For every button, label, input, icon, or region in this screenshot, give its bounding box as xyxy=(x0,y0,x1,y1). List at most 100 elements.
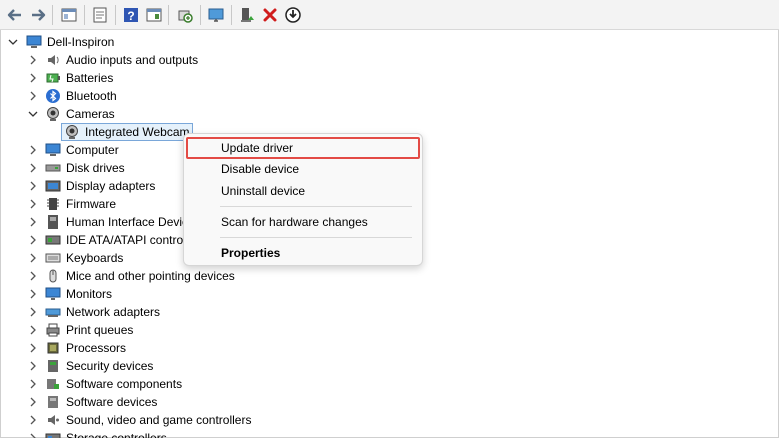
back-arrow-icon[interactable] xyxy=(4,4,26,26)
tree-item[interactable]: Mice and other pointing devices xyxy=(0,267,260,285)
chevron-right-icon[interactable] xyxy=(27,393,39,411)
chevron-down-icon[interactable] xyxy=(27,105,39,123)
chevron-right-icon[interactable] xyxy=(27,303,39,321)
tree-item[interactable]: Network adapters xyxy=(0,303,260,321)
tree-item[interactable]: Security devices xyxy=(0,357,260,375)
monitor-icon xyxy=(45,286,61,302)
tree-item-label: Keyboards xyxy=(66,251,124,265)
help-icon[interactable]: ? xyxy=(120,4,142,26)
firmware-icon xyxy=(45,196,61,212)
chevron-right-icon[interactable] xyxy=(27,231,39,249)
security-device-icon xyxy=(45,358,61,374)
tree-item-label: Cameras xyxy=(66,107,115,121)
tree-item-label: IDE ATA/ATAPI control xyxy=(66,233,186,247)
menu-item-scan-hardware[interactable]: Scan for hardware changes xyxy=(186,211,420,233)
tree-item-label: Integrated Webcam xyxy=(85,125,190,139)
menu-item-uninstall-device[interactable]: Uninstall device xyxy=(186,180,420,202)
computer-icon xyxy=(45,142,61,158)
menu-item-disable-device[interactable]: Disable device xyxy=(186,158,420,180)
monitor-icon[interactable] xyxy=(205,4,227,26)
network-adapter-icon xyxy=(45,304,61,320)
tree-item-label: Bluetooth xyxy=(66,89,117,103)
tree-item-label: Disk drives xyxy=(66,161,125,175)
webcam-icon xyxy=(64,124,80,140)
tree-root-label: Dell-Inspiron xyxy=(47,35,115,49)
menu-separator xyxy=(220,237,412,238)
show-hide-console-tree-icon[interactable] xyxy=(58,4,80,26)
tree-item[interactable]: Batteries xyxy=(0,69,260,87)
tree-item[interactable]: Print queues xyxy=(0,321,260,339)
properties-sheet-icon[interactable] xyxy=(89,4,111,26)
tree-item-label: Print queues xyxy=(66,323,134,337)
chevron-right-icon[interactable] xyxy=(27,321,39,339)
menu-separator xyxy=(220,206,412,207)
tree-item-label: Mice and other pointing devices xyxy=(66,269,235,283)
tree-item-integrated-webcam[interactable]: Integrated Webcam xyxy=(0,123,190,141)
tree-item-label: Batteries xyxy=(66,71,114,85)
software-device-icon xyxy=(45,394,61,410)
tree-item[interactable]: Audio inputs and outputs xyxy=(0,51,260,69)
ide-controller-icon xyxy=(45,232,61,248)
chevron-right-icon[interactable] xyxy=(27,177,39,195)
hid-icon xyxy=(45,214,61,230)
tree-item-label: Storage controllers xyxy=(66,431,167,438)
storage-controller-icon xyxy=(45,430,61,438)
chevron-right-icon[interactable] xyxy=(27,411,39,429)
chevron-right-icon[interactable] xyxy=(27,249,39,267)
tree-item-label: Software devices xyxy=(66,395,158,409)
disk-drive-icon xyxy=(45,160,61,176)
tree-item[interactable]: Software components xyxy=(0,375,260,393)
forward-arrow-icon[interactable] xyxy=(27,4,49,26)
menu-item-update-driver[interactable]: Update driver xyxy=(186,137,420,159)
svg-text:?: ? xyxy=(127,9,134,23)
tree-item-label: Software components xyxy=(66,377,183,391)
tree-item[interactable]: Bluetooth xyxy=(0,87,260,105)
tree-item[interactable]: Processors xyxy=(0,339,260,357)
menu-item-properties[interactable]: Properties xyxy=(186,242,420,264)
tree-item-label: Audio inputs and outputs xyxy=(66,53,199,67)
chevron-right-icon[interactable] xyxy=(27,429,39,438)
toolbar: ? xyxy=(0,0,779,30)
chevron-down-icon[interactable] xyxy=(7,33,19,51)
tree-root[interactable]: Dell-Inspiron xyxy=(0,33,200,51)
camera-icon xyxy=(45,106,61,122)
chevron-right-icon[interactable] xyxy=(27,375,39,393)
chevron-right-icon[interactable] xyxy=(27,141,39,159)
sound-controller-icon xyxy=(45,412,61,428)
printer-icon xyxy=(45,322,61,338)
chevron-right-icon[interactable] xyxy=(27,69,39,87)
uninstall-device-icon[interactable] xyxy=(259,4,281,26)
tree-item[interactable]: Sound, video and game controllers xyxy=(0,411,260,429)
display-adapter-icon xyxy=(45,178,61,194)
tree-item[interactable]: Software devices xyxy=(0,393,260,411)
context-menu: Update driver Disable device Uninstall d… xyxy=(183,133,423,266)
enable-device-icon[interactable] xyxy=(236,4,258,26)
tree-item-label: Sound, video and game controllers xyxy=(66,413,252,427)
tree-item[interactable]: Monitors xyxy=(0,285,260,303)
action-pane-icon[interactable] xyxy=(143,4,165,26)
chevron-right-icon[interactable] xyxy=(27,159,39,177)
tree-item-label: Network adapters xyxy=(66,305,161,319)
tree-item[interactable]: Storage controllers xyxy=(0,429,260,438)
chevron-right-icon[interactable] xyxy=(27,87,39,105)
scan-hardware-icon[interactable] xyxy=(174,4,196,26)
chevron-right-icon[interactable] xyxy=(27,357,39,375)
chevron-right-icon[interactable] xyxy=(27,213,39,231)
chevron-right-icon[interactable] xyxy=(27,339,39,357)
processor-icon xyxy=(45,340,61,356)
tree-item-label: Firmware xyxy=(66,197,116,211)
battery-icon xyxy=(45,70,61,86)
tree-item[interactable]: Cameras xyxy=(0,105,260,123)
tree-item-label: Security devices xyxy=(66,359,154,373)
software-component-icon xyxy=(45,376,61,392)
bluetooth-icon xyxy=(45,88,61,104)
tree-item-label: Computer xyxy=(66,143,119,157)
update-driver-icon[interactable] xyxy=(282,4,304,26)
computer-root-icon xyxy=(26,34,42,50)
chevron-right-icon[interactable] xyxy=(27,267,39,285)
chevron-right-icon[interactable] xyxy=(27,195,39,213)
tree-item-label: Display adapters xyxy=(66,179,156,193)
tree-item-label: Monitors xyxy=(66,287,113,301)
chevron-right-icon[interactable] xyxy=(27,285,39,303)
chevron-right-icon[interactable] xyxy=(27,51,39,69)
